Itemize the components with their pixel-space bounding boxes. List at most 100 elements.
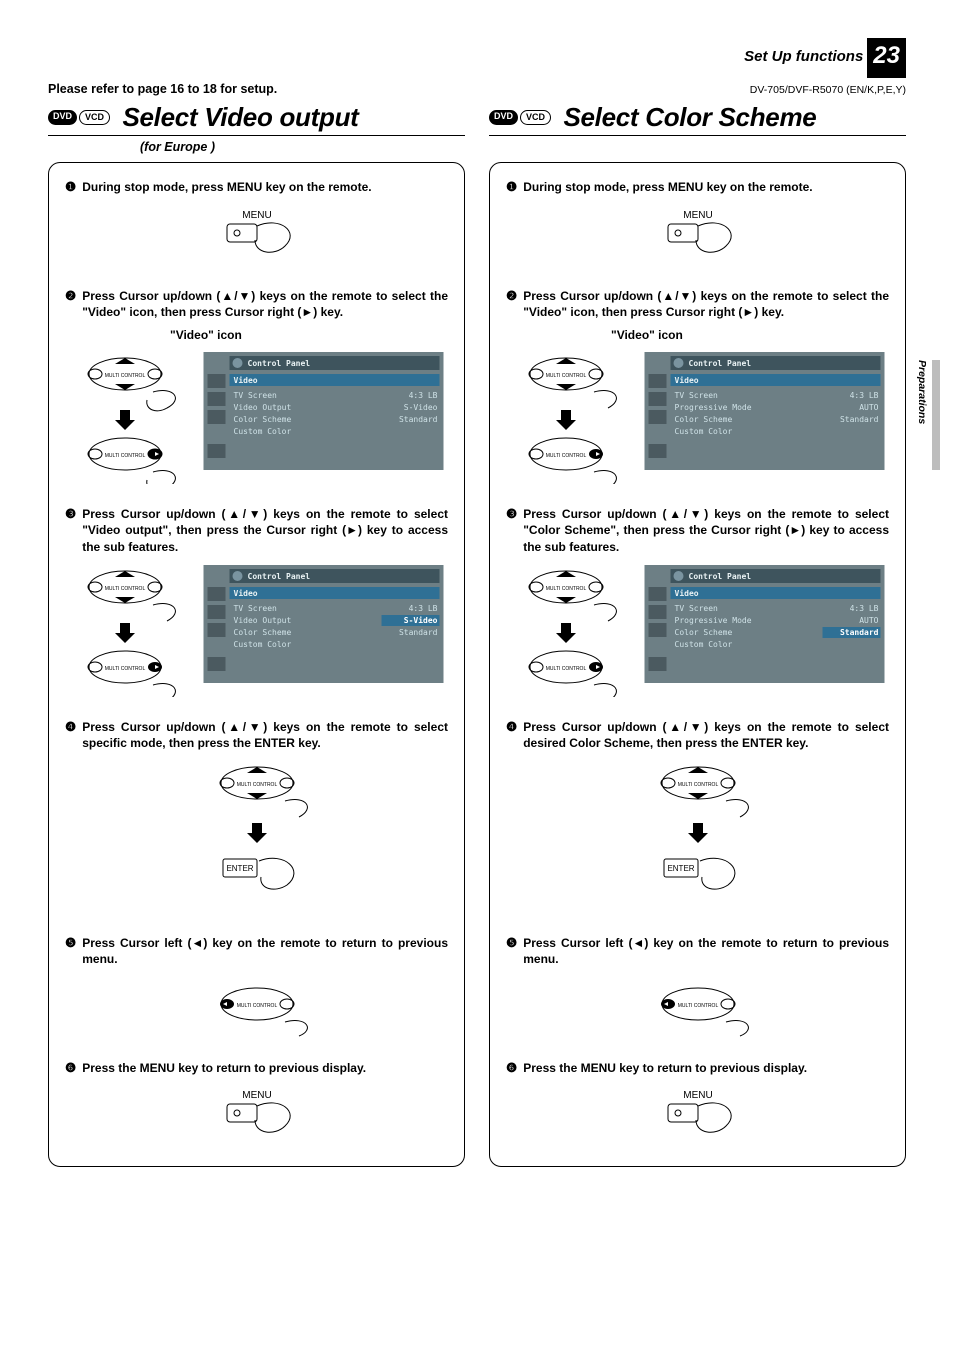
section-label: Set Up functions xyxy=(744,38,863,65)
model-line: DV-705/DVF-R5070 (EN/K,P,E,Y) xyxy=(750,84,906,96)
svg-text:Video: Video xyxy=(234,588,258,598)
svg-text:MULTI CONTROL: MULTI CONTROL xyxy=(105,666,146,672)
svg-text:Video: Video xyxy=(675,375,699,385)
disc-dvd-icon: DVD xyxy=(489,110,518,126)
svg-text:Control Panel: Control Panel xyxy=(248,359,311,368)
svg-text:AUTO: AUTO xyxy=(859,403,878,412)
right-illus-2: MULTI CONTROL MULTI CONTROL xyxy=(506,352,889,484)
left-illus-2: MULTI CONTROL MULTI CONTROL xyxy=(65,352,448,484)
right-heading: DVD VCD Select Color Scheme xyxy=(489,102,906,136)
svg-text:Standard: Standard xyxy=(840,415,879,424)
right-step-3: ❸ Press Cursor up/down (▲/▼) keys on the… xyxy=(506,506,889,555)
left-subtitle: (for Europe ) xyxy=(140,140,465,154)
svg-text:MULTI CONTROL: MULTI CONTROL xyxy=(105,373,146,379)
svg-text:MULTI CONTROL: MULTI CONTROL xyxy=(236,782,277,788)
svg-text:Standard: Standard xyxy=(840,628,879,637)
svg-text:Color Scheme: Color Scheme xyxy=(675,415,733,424)
disc-dvd-icon: DVD xyxy=(48,110,77,126)
left-title: Select Video output xyxy=(122,102,358,132)
left-frame: ❶ During stop mode, press MENU key on th… xyxy=(48,162,465,1167)
dpad-then-right-icon: MULTI CONTROL MULTI CONTROL xyxy=(65,352,185,484)
right-frame: ❶ During stop mode, press MENU key on th… xyxy=(489,162,906,1167)
refer-note: Please refer to page 16 to 18 for setup. xyxy=(48,82,277,96)
right-step-1: ❶ During stop mode, press MENU key on th… xyxy=(506,179,889,196)
osd-panel-2: Control Panel Video TV Screen4:3 LB Vide… xyxy=(199,565,448,683)
svg-text:4:3 LB: 4:3 LB xyxy=(409,604,438,613)
left-ctrl-enter: MULTI CONTROL ENTER xyxy=(65,761,448,913)
left-step-2: ❷ Press Cursor up/down (▲/▼) keys on the… xyxy=(65,288,448,320)
left-step-6: ❻ Press the MENU key to return to previo… xyxy=(65,1060,448,1077)
svg-text:MULTI CONTROL: MULTI CONTROL xyxy=(546,586,587,592)
svg-text:Custom Color: Custom Color xyxy=(234,640,292,649)
svg-text:Video: Video xyxy=(675,588,699,598)
header-row2: Please refer to page 16 to 18 for setup.… xyxy=(48,82,906,96)
right-step-6: ❻ Press the MENU key to return to previo… xyxy=(506,1060,889,1077)
left-menu-remote-1: MENU xyxy=(65,206,448,266)
svg-text:MULTI CONTROL: MULTI CONTROL xyxy=(546,453,587,459)
right-menu-remote-2: MENU xyxy=(506,1086,889,1146)
left-step-1: ❶ During stop mode, press MENU key on th… xyxy=(65,179,448,196)
disc-vcd-icon: VCD xyxy=(520,110,551,126)
svg-text:Progressive Mode: Progressive Mode xyxy=(675,616,752,625)
svg-text:TV Screen: TV Screen xyxy=(675,391,719,400)
left-step-4: ❹ Press Cursor up/down (▲/▼) keys on the… xyxy=(65,719,448,751)
svg-text:Standard: Standard xyxy=(399,415,438,424)
svg-text:S-Video: S-Video xyxy=(404,615,438,625)
svg-text:MENU: MENU xyxy=(683,1090,712,1101)
right-step-2: ❷ Press Cursor up/down (▲/▼) keys on the… xyxy=(506,288,889,320)
svg-text:MULTI CONTROL: MULTI CONTROL xyxy=(546,666,587,672)
page-header: Set Up functions 23 xyxy=(48,38,906,78)
svg-text:Video: Video xyxy=(234,375,258,385)
svg-text:Video Output: Video Output xyxy=(234,403,292,412)
dpad-then-right-icon: MULTI CONTROL MULTI CONTROL xyxy=(506,565,626,697)
svg-text:MULTI CONTROL: MULTI CONTROL xyxy=(546,373,587,379)
osd-panel-1: Control Panel Video TV Screen 4:3 LB Vide… xyxy=(199,352,448,470)
dpad-then-right-icon: MULTI CONTROL MULTI CONTROL xyxy=(65,565,185,697)
svg-text:Control Panel: Control Panel xyxy=(689,359,752,368)
osd-panel-2: Control Panel Video TV Screen4:3 LB Prog… xyxy=(640,565,889,683)
right-illus-3: MULTI CONTROL MULTI CONTROL xyxy=(506,565,889,697)
left-menu-remote-2: MENU xyxy=(65,1086,448,1146)
page-number: 23 xyxy=(867,38,906,78)
dpad-then-right-icon: MULTI CONTROL MULTI CONTROL xyxy=(506,352,626,484)
svg-text:Color Scheme: Color Scheme xyxy=(234,628,292,637)
svg-text:MULTI CONTROL: MULTI CONTROL xyxy=(677,782,718,788)
svg-text:4:3 LB: 4:3 LB xyxy=(409,391,438,400)
svg-text:S-Video: S-Video xyxy=(404,403,438,412)
osd-panel-1: Control Panel Video TV Screen 4:3 LB Prog… xyxy=(640,352,889,470)
left-video-icon-caption: "Video" icon xyxy=(170,328,448,342)
svg-text:Custom Color: Custom Color xyxy=(675,640,733,649)
svg-text:TV Screen: TV Screen xyxy=(675,604,719,613)
side-tab-preparations: Preparations xyxy=(916,360,940,470)
right-ctrl-left: MULTI CONTROL xyxy=(506,978,889,1038)
col-left: DVD VCD Select Video output (for Europe … xyxy=(48,102,465,1167)
left-ctrl-left: MULTI CONTROL xyxy=(65,978,448,1038)
svg-text:Progressive Mode: Progressive Mode xyxy=(675,403,752,412)
svg-text:MULTI CONTROL: MULTI CONTROL xyxy=(236,1003,277,1009)
svg-text:MULTI CONTROL: MULTI CONTROL xyxy=(105,453,146,459)
svg-text:AUTO: AUTO xyxy=(859,616,878,625)
svg-text:Color Scheme: Color Scheme xyxy=(234,415,292,424)
menu-label: MENU xyxy=(242,210,271,221)
svg-text:ENTER: ENTER xyxy=(667,864,694,873)
svg-text:Color Scheme: Color Scheme xyxy=(675,628,733,637)
right-step-5: ❺ Press Cursor left (◄) key on the remot… xyxy=(506,935,889,967)
svg-text:MULTI CONTROL: MULTI CONTROL xyxy=(105,586,146,592)
svg-text:Control Panel: Control Panel xyxy=(248,572,311,581)
svg-text:Custom Color: Custom Color xyxy=(234,427,292,436)
svg-text:Control Panel: Control Panel xyxy=(689,572,752,581)
right-menu-remote-1: MENU xyxy=(506,206,889,266)
svg-text:MENU: MENU xyxy=(242,1090,271,1101)
svg-text:4:3 LB: 4:3 LB xyxy=(850,391,879,400)
svg-text:Custom Color: Custom Color xyxy=(675,427,733,436)
svg-text:Video Output: Video Output xyxy=(234,616,292,625)
svg-text:MULTI CONTROL: MULTI CONTROL xyxy=(677,1003,718,1009)
left-heading: DVD VCD Select Video output xyxy=(48,102,465,136)
svg-text:MENU: MENU xyxy=(683,210,712,221)
col-right: DVD VCD Select Color Scheme ❶ During sto… xyxy=(489,102,906,1167)
left-step-3: ❸ Press Cursor up/down (▲/▼) keys on the… xyxy=(65,506,448,555)
right-video-icon-caption: "Video" icon xyxy=(611,328,889,342)
svg-text:Standard: Standard xyxy=(399,628,438,637)
left-illus-3: MULTI CONTROL MULTI CONTROL xyxy=(65,565,448,697)
svg-text:TV Screen: TV Screen xyxy=(234,391,278,400)
